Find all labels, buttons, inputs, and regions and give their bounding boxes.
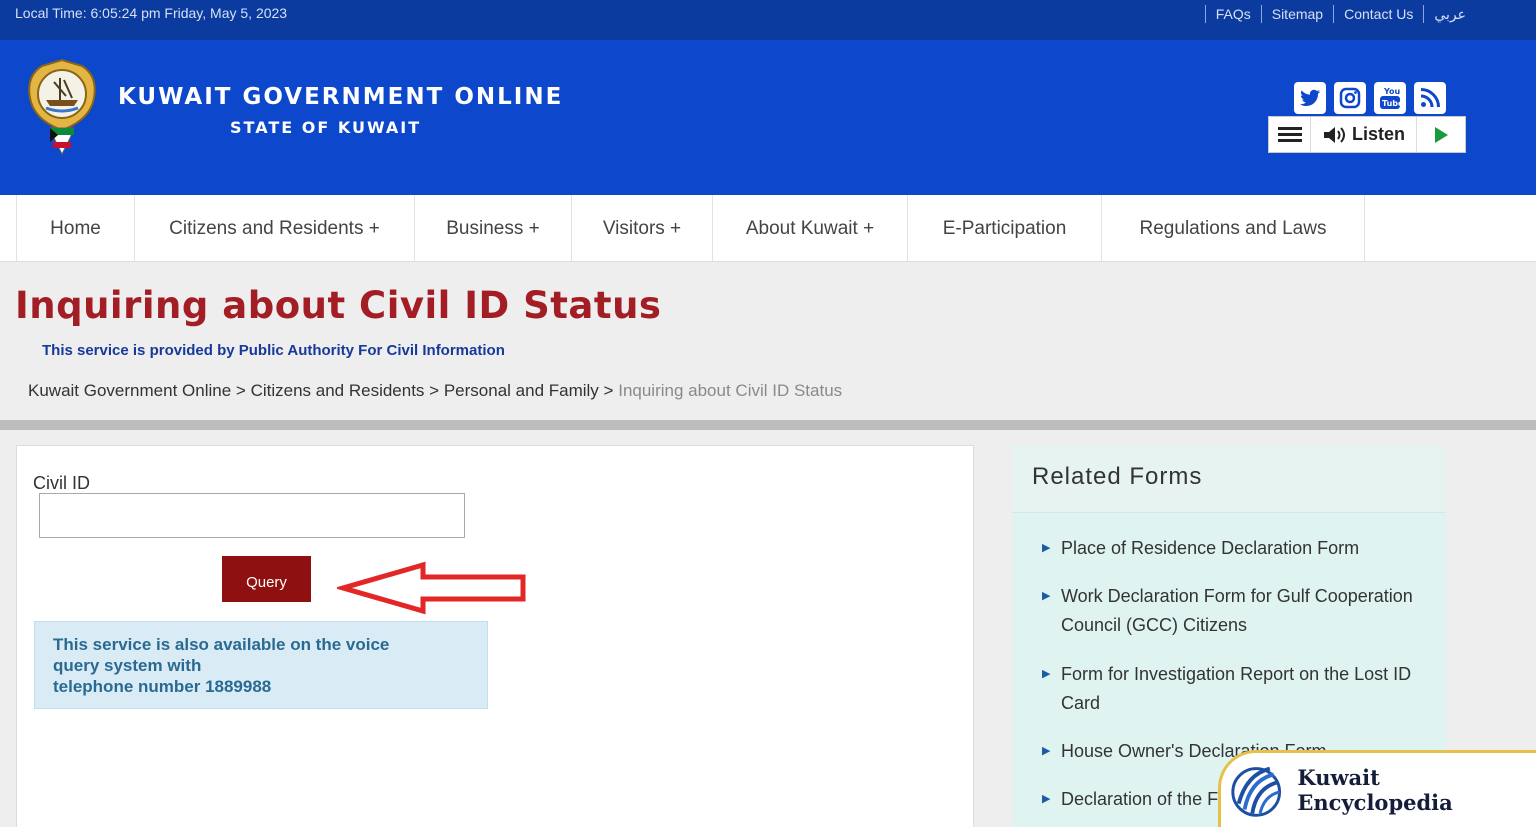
bullet-icon: ▶ [1042,745,1051,757]
related-form-link[interactable]: ▶ Work Declaration Form for Gulf Coopera… [1042,582,1431,640]
nav-about-kuwait[interactable]: About Kuwait + [713,195,908,262]
related-form-label: Work Declaration Form for Gulf Cooperati… [1061,586,1413,635]
main-navigation: Home Citizens and Residents + Business +… [0,195,1536,262]
breadcrumb-separator: > [235,381,246,400]
info-line: telephone number 1889988 [53,677,272,696]
breadcrumb-current: Inquiring about Civil ID Status [618,381,843,400]
sitemap-link[interactable]: Sitemap [1272,6,1323,22]
top-links: FAQs Sitemap Contact Us عربي [1195,5,1466,23]
site-title[interactable]: KUWAIT GOVERNMENT ONLINE [118,84,563,110]
nav-regulations-and-laws[interactable]: Regulations and Laws [1102,195,1365,262]
site-subtitle: STATE OF KUWAIT [230,118,422,137]
breadcrumb: Kuwait Government Online > Citizens and … [28,381,842,401]
nav-citizens-and-residents[interactable]: Citizens and Residents + [135,195,415,262]
svg-text:Tube: Tube [1382,99,1402,108]
arabic-language-link[interactable]: عربي [1434,6,1466,23]
site-header: KUWAIT GOVERNMENT ONLINE STATE OF KUWAIT… [0,40,1536,195]
encyclopedia-globe-icon [1231,766,1282,817]
info-line: This service is also available on the vo… [53,635,390,654]
breadcrumb-separator: > [603,381,614,400]
nav-home[interactable]: Home [16,195,135,262]
top-bar: Local Time: 6:05:24 pm Friday, May 5, 20… [0,0,1536,40]
twitter-icon[interactable] [1294,82,1326,114]
divider [0,420,1536,430]
social-icons: You Tube [1294,82,1446,114]
info-line: query system with [53,656,202,675]
nav-e-participation[interactable]: E-Participation [908,195,1102,262]
contact-us-link[interactable]: Contact Us [1344,6,1413,22]
menu-icon [1277,126,1302,142]
related-form-label: Form for Investigation Report on the Los… [1061,664,1412,713]
bullet-icon: ▶ [1042,590,1051,602]
voice-service-info: This service is also available on the vo… [34,621,488,709]
service-provider-note: This service is provided by Public Autho… [42,342,505,359]
civil-id-input[interactable] [39,493,465,538]
watermark-name: Kuwait Encyclopedia [1297,765,1453,815]
related-forms-title: Related Forms [1032,463,1203,490]
nav-visitors[interactable]: Visitors + [572,195,713,262]
query-button[interactable]: Query [222,556,311,602]
red-arrow-annotation [337,561,526,615]
nav-business[interactable]: Business + [415,195,572,262]
civil-id-label: Civil ID [33,473,90,493]
separator [1333,5,1335,23]
bullet-icon: ▶ [1042,793,1051,805]
local-time: Local Time: 6:05:24 pm Friday, May 5, 20… [15,5,288,21]
breadcrumb-personal-and-family[interactable]: Personal and Family [444,381,599,400]
play-icon [1435,126,1448,143]
rss-icon[interactable] [1414,82,1446,114]
play-button[interactable] [1417,117,1465,152]
svg-text:You: You [1383,87,1401,96]
bullet-icon: ▶ [1042,542,1051,554]
separator [1204,5,1206,23]
page-title: Inquiring about Civil ID Status [15,284,662,327]
bullet-icon: ▶ [1042,668,1051,680]
faqs-link[interactable]: FAQs [1216,6,1251,22]
listen-button[interactable]: Listen [1311,117,1417,152]
related-form-label: Place of Residence Declaration Form [1061,538,1360,558]
separator [1423,5,1425,23]
instagram-icon[interactable] [1334,82,1366,114]
kuwait-encyclopedia-watermark: Kuwait Encyclopedia [1218,750,1536,827]
readspeaker-toolbar: Listen [1268,116,1466,153]
civil-id-form: Civil ID Query This service is also avai… [16,445,974,827]
related-forms-header: Related Forms [1012,445,1446,513]
listen-label: Listen [1351,124,1405,144]
related-form-link[interactable]: ▶ Form for Investigation Report on the L… [1042,660,1431,718]
speaker-icon [1323,126,1345,143]
breadcrumb-citizens-and-residents[interactable]: Citizens and Residents [251,381,425,400]
kuwait-emblem-icon[interactable] [20,58,104,158]
separator [1260,5,1262,23]
related-form-link[interactable]: ▶ Place of Residence Declaration Form [1042,534,1431,563]
breadcrumb-separator: > [429,381,440,400]
listen-menu-button[interactable] [1269,117,1311,152]
youtube-icon[interactable]: You Tube [1374,82,1406,114]
breadcrumb-home[interactable]: Kuwait Government Online [28,381,231,400]
